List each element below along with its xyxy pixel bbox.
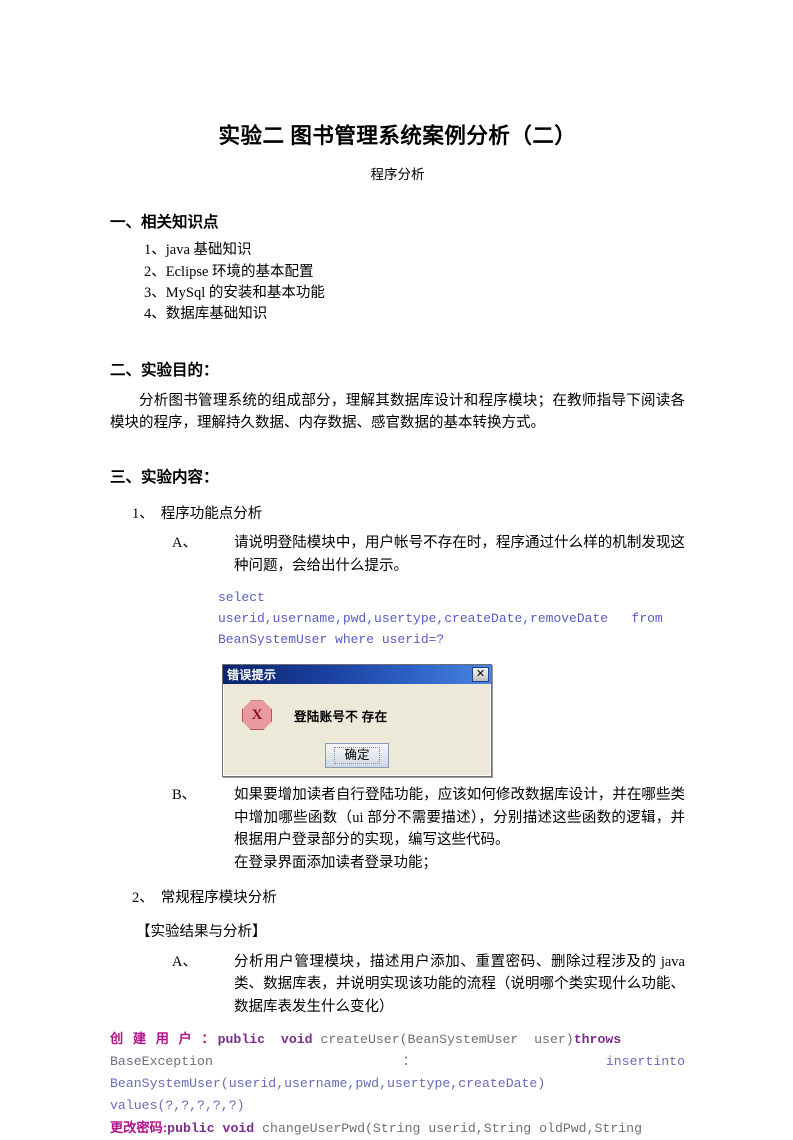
section-heading-three: 三、实验内容： xyxy=(110,469,219,487)
dialog-button-row: 确定 xyxy=(224,743,490,768)
sub-b-text-main: 如果要增加读者自行登陆功能，应该如何修改数据库设计，并在哪些类中增加哪些函数（u… xyxy=(234,787,685,849)
ok-button-label: 确定 xyxy=(334,747,380,764)
item-1-sub-a: A、 请说明登陆模块中，用户帐号不存在时，程序通过什么样的机制发现这种问题，会给… xyxy=(172,532,685,577)
sub-b-text: 如果要增加读者自行登陆功能，应该如何修改数据库设计，并在哪些类中增加哪些函数（u… xyxy=(234,784,685,874)
create-user-label: 创 建 用 户 ： xyxy=(110,1031,218,1047)
code-keyword-public-void-2: public void xyxy=(167,1120,255,1136)
content-item-1: 1、 程序功能点分析 xyxy=(132,504,685,526)
sql-line-2: userid,username,pwd,usertype,createDate,… xyxy=(218,611,663,627)
dialog-titlebar: 错误提示 ✕ xyxy=(223,665,491,685)
sub-a-text: 请说明登陆模块中，用户帐号不存在时，程序通过什么样的机制发现这种问题，会给出什么… xyxy=(234,535,685,574)
code-sql-into: into xyxy=(653,1054,685,1070)
section-heading-one: 一、相关知识点 xyxy=(110,214,219,232)
dialog-title: 错误提示 xyxy=(227,667,277,682)
dialog-message: 登陆账号不 存在 xyxy=(294,709,388,724)
experiment-purpose-paragraph: 分析图书管理系统的组成部分，理解其数据库设计和程序模块；在教师指导下阅读各模块的… xyxy=(110,393,685,432)
page-title: 实验二 图书管理系统案例分析（二） xyxy=(218,124,577,148)
list-item: 1、java 基础知识 xyxy=(144,242,252,259)
ok-button[interactable]: 确定 xyxy=(325,743,389,768)
code-line-1: 创 建 用 户 ：public void createUser(BeanSyst… xyxy=(110,1028,685,1051)
item-2-label: 常规程序模块分析 xyxy=(160,890,277,907)
dialog-message-row: X 登陆账号不 存在 xyxy=(224,684,490,731)
code-signature-changeuserpwd: changeUserPwd(String userid,String oldPw… xyxy=(254,1120,642,1136)
code-exception-name: BaseException xyxy=(110,1054,213,1070)
code-keyword-throws: throws xyxy=(573,1032,622,1048)
code-signature-createuser: createUser(BeanSystemUser user) xyxy=(312,1032,574,1048)
list-item: 4、数据库基础知识 xyxy=(144,305,268,322)
results-and-analysis-label: 【实验结果与分析】 xyxy=(136,924,267,941)
sql-code-block: select userid,username,pwd,usertype,crea… xyxy=(218,587,685,650)
error-icon-letter: X xyxy=(251,706,263,723)
item-2-number: 2、 xyxy=(132,890,154,907)
page-subtitle: 程序分析 xyxy=(370,167,425,183)
sql-line-1: select xyxy=(218,590,265,606)
list-item: 3、MySql 的安装和基本功能 xyxy=(144,284,325,301)
java-code-block: 创 建 用 户 ：public void createUser(BeanSyst… xyxy=(110,1028,685,1140)
code-keyword-public-void: public void xyxy=(217,1032,313,1048)
knowledge-point-list: 1、java 基础知识 2、Eclipse 环境的基本配置 3、MySql 的安… xyxy=(110,240,685,325)
code-line-5: 更改密码:public void changeUserPwd(String us… xyxy=(110,1117,685,1140)
sub-b-marker: B、 xyxy=(172,787,197,804)
item2-sub-a-marker: A、 xyxy=(172,953,197,970)
code-colon: ： xyxy=(212,1054,606,1070)
document-page: 实验二 图书管理系统案例分析（二） 程序分析 一、相关知识点 1、java 基础… xyxy=(0,0,793,1136)
code-sql-insert: insert xyxy=(605,1054,654,1070)
content-item-2: 2、 常规程序模块分析 xyxy=(132,888,685,910)
change-password-label: 更改密码: xyxy=(110,1119,168,1135)
item-1-number: 1、 xyxy=(132,505,154,522)
item-1-sub-b: B、 如果要增加读者自行登陆功能，应该如何修改数据库设计，并在哪些类中增加哪些函… xyxy=(172,784,685,874)
error-dialog[interactable]: 错误提示 ✕ X 登陆账号不 存在 确定 xyxy=(222,664,492,778)
section-heading-two: 二、实验目的： xyxy=(110,362,219,380)
code-line-2: BaseException：insertinto xyxy=(110,1051,685,1073)
code-line-4: values(?,?,?,?,?) xyxy=(110,1097,245,1113)
list-item: 2、Eclipse 环境的基本配置 xyxy=(144,263,314,280)
close-icon[interactable]: ✕ xyxy=(472,667,489,683)
code-line-3: BeanSystemUser(userid,username,pwd,usert… xyxy=(110,1076,546,1091)
item-2-sub-a: A、 分析用户管理模块，描述用户添加、重置密码、删除过程涉及的 java 类、数… xyxy=(172,951,685,1018)
error-icon: X xyxy=(242,700,272,731)
dialog-body: X 登陆账号不 存在 确定 xyxy=(223,684,491,777)
sub-b-text-second: 在登录界面添加读者登录功能； xyxy=(234,854,437,871)
sql-line-3: BeanSystemUser where userid=? xyxy=(218,632,445,648)
item2-sub-a-text: 分析用户管理模块，描述用户添加、重置密码、删除过程涉及的 java 类、数据库表… xyxy=(234,953,685,1015)
item-1-label: 程序功能点分析 xyxy=(160,505,263,522)
sub-a-marker: A、 xyxy=(172,535,197,552)
